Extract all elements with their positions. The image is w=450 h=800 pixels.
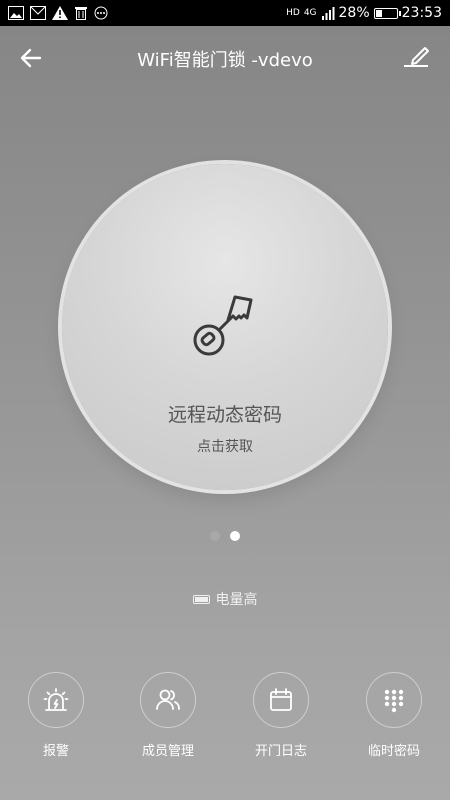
members-icon-ring bbox=[140, 672, 196, 728]
page-dot-active[interactable] bbox=[230, 531, 240, 541]
tap-to-get-label: 点击获取 bbox=[197, 439, 253, 455]
arrow-left-icon bbox=[20, 48, 42, 68]
temp-password-button[interactable]: 临时密码 bbox=[338, 672, 450, 759]
members-icon bbox=[156, 689, 180, 710]
more-icon bbox=[94, 6, 108, 20]
unlock-log-button[interactable]: 开门日志 bbox=[225, 672, 337, 759]
edit-button[interactable] bbox=[400, 40, 432, 72]
clock: 23:53 bbox=[401, 5, 442, 21]
back-button[interactable] bbox=[14, 42, 48, 74]
system-status: HD 4G 28% 23:53 bbox=[286, 4, 442, 22]
mail-icon bbox=[30, 6, 46, 20]
alarm-label: 报警 bbox=[42, 744, 69, 759]
warning-icon bbox=[52, 6, 68, 20]
page-indicator bbox=[0, 531, 450, 541]
battery-icon bbox=[192, 594, 210, 604]
temp-password-label: 临时密码 bbox=[367, 744, 420, 759]
members-button[interactable]: 成员管理 bbox=[112, 672, 224, 759]
hd-label: HD bbox=[286, 7, 300, 18]
keypad-icon-ring bbox=[366, 672, 422, 728]
remote-password-button[interactable]: 远程动态密码 点击获取 bbox=[62, 164, 388, 490]
keypad-icon bbox=[384, 689, 404, 713]
status-bar: HD 4G 28% 23:53 bbox=[0, 0, 450, 26]
unlock-log-label: 开门日志 bbox=[254, 744, 307, 759]
battery-icon bbox=[373, 7, 401, 19]
page-dot[interactable] bbox=[210, 531, 220, 541]
signal-icon bbox=[321, 7, 335, 20]
calendar-icon bbox=[270, 688, 292, 711]
alarm-icon bbox=[43, 688, 69, 711]
app-header: WiFi智能门锁 -vdevo bbox=[0, 26, 450, 90]
calendar-icon-ring bbox=[253, 672, 309, 728]
page-title: WiFi智能门锁 -vdevo bbox=[137, 50, 313, 71]
pencil-icon bbox=[404, 47, 429, 67]
image-icon bbox=[8, 6, 24, 20]
network-type: 4G bbox=[303, 7, 317, 18]
key-icon bbox=[193, 295, 253, 356]
battery-level-label: 电量高 bbox=[215, 592, 258, 608]
action-bar: 报警 成员管理 开门日志 临时密码 bbox=[0, 672, 450, 782]
remote-password-title: 远程动态密码 bbox=[167, 404, 282, 426]
lock-battery-status: 电量高 bbox=[0, 589, 450, 609]
battery-percent: 28% bbox=[338, 5, 370, 21]
alarm-button[interactable]: 报警 bbox=[0, 672, 112, 759]
alarm-icon-ring bbox=[28, 672, 84, 728]
trash-icon bbox=[75, 7, 87, 20]
members-label: 成员管理 bbox=[141, 744, 194, 759]
notification-icons bbox=[8, 4, 108, 22]
